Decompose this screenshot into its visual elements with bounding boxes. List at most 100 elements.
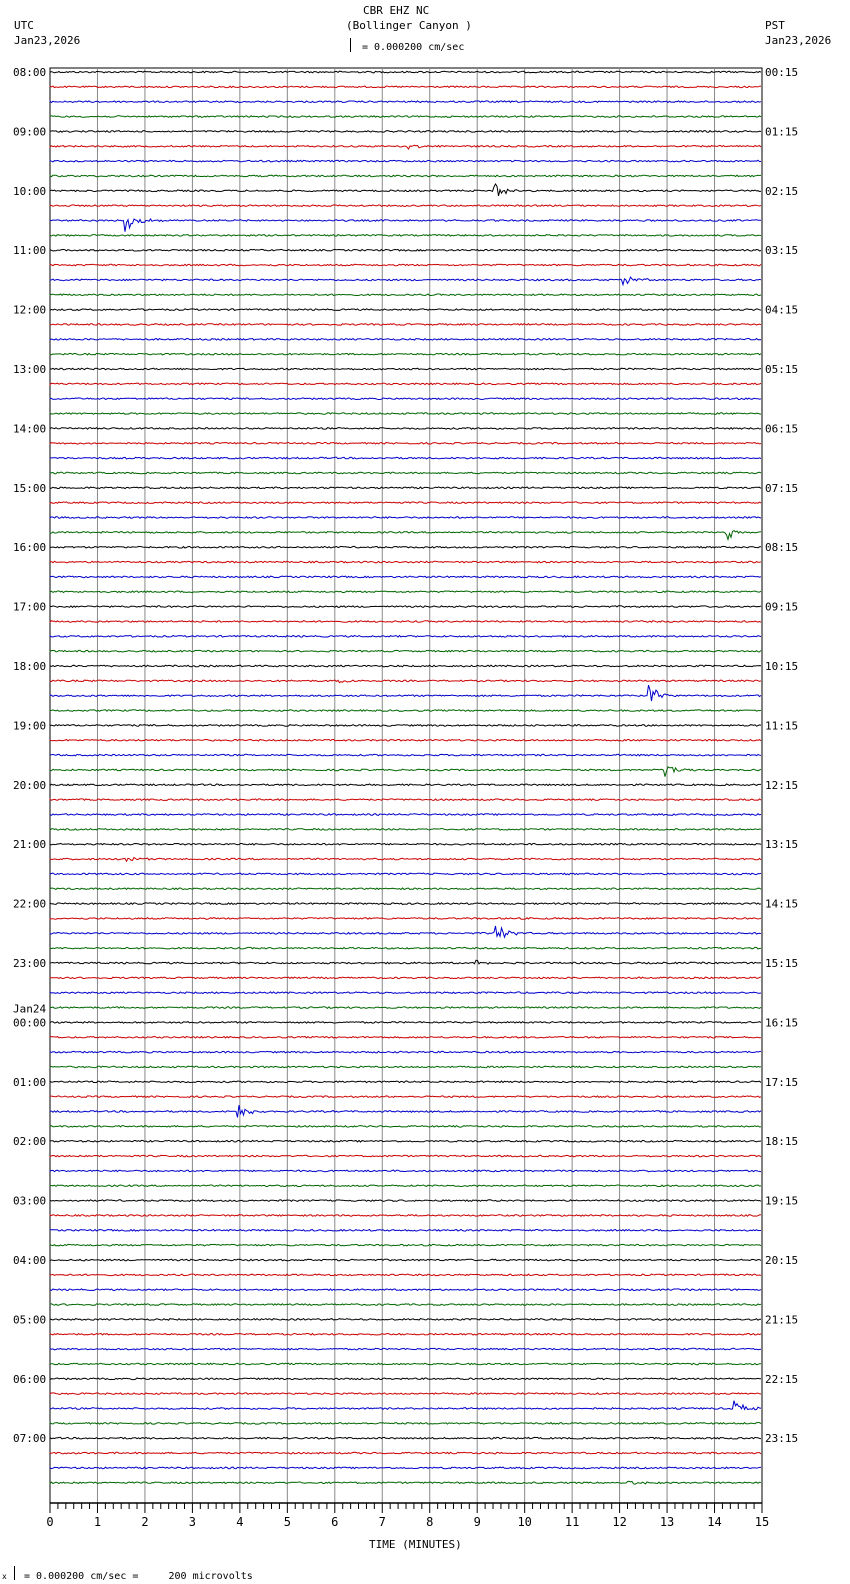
x-tick-label: 9: [474, 1515, 481, 1529]
pst-hour-label: 07:15: [765, 482, 798, 495]
utc-hour-label: 12:00: [13, 304, 46, 317]
x-tick-label: 8: [426, 1515, 433, 1529]
trace-line: [49, 337, 762, 341]
pst-hour-label: 19:15: [765, 1195, 798, 1208]
trace-line: [49, 842, 762, 846]
utc-hour-label: 04:00: [13, 1254, 46, 1267]
utc-hour-label: 10:00: [13, 185, 46, 198]
trace-line: [49, 1451, 762, 1455]
trace-line: [49, 441, 762, 445]
x-tick-label: 14: [707, 1515, 721, 1529]
pst-hour-label: 11:15: [765, 719, 798, 732]
trace-line: [49, 925, 762, 939]
trace-line: [49, 159, 762, 163]
x-axis-label: TIME (MINUTES): [369, 1538, 462, 1551]
pst-hour-label: 05:15: [765, 363, 798, 376]
trace-line: [49, 679, 762, 684]
trace-line: [49, 323, 762, 326]
pst-hour-label: 23:15: [765, 1432, 798, 1445]
utc-hour-label: 16:00: [13, 541, 46, 554]
trace-line: [49, 1020, 762, 1024]
trace-line: [49, 590, 762, 594]
trace-line: [49, 486, 762, 490]
trace-line: [49, 753, 762, 757]
trace-line: [49, 85, 762, 89]
pst-hour-label: 02:15: [765, 185, 798, 198]
pst-hour-label: 08:15: [765, 541, 798, 554]
pst-hour-label: 01:15: [765, 125, 798, 138]
utc-hour-label: 03:00: [13, 1195, 46, 1208]
pst-hour-label: 18:15: [765, 1135, 798, 1148]
trace-line: [49, 1154, 762, 1158]
pst-hour-label: 15:15: [765, 957, 798, 970]
utc-hour-label: 05:00: [13, 1313, 46, 1326]
trace-line: [49, 204, 762, 208]
x-tick-label: 7: [379, 1515, 386, 1529]
utc-hour-label: 02:00: [13, 1135, 46, 1148]
trace-line: [49, 501, 762, 505]
trace-line: [49, 217, 761, 232]
trace-line: [49, 308, 762, 312]
trace-line: [49, 1169, 762, 1173]
trace-line: [49, 1006, 762, 1009]
trace-line: [49, 634, 762, 638]
trace-line: [49, 1273, 762, 1277]
trace-line: [49, 1065, 762, 1069]
utc-hour-label: 09:00: [13, 125, 46, 138]
utc-hour-label: 23:00: [13, 957, 46, 970]
trace-line: [49, 575, 762, 579]
utc-hour-label: 20:00: [13, 779, 46, 792]
x-tick-label: 0: [46, 1515, 53, 1529]
pst-hour-label: 04:15: [765, 304, 798, 317]
trace-line: [49, 1139, 762, 1143]
trace-line: [49, 901, 762, 906]
trace-line: [49, 263, 762, 267]
footer-prefix: x: [2, 1572, 7, 1581]
trace-line: [49, 1392, 762, 1396]
utc-hour-label: 22:00: [13, 898, 46, 911]
trace-line: [49, 1288, 762, 1292]
trace-line: [49, 685, 762, 702]
utc-hour-label: 15:00: [13, 482, 46, 495]
x-tick-label: 6: [331, 1515, 338, 1529]
trace-line: [49, 709, 762, 713]
footer-scale-bar-icon: [14, 1566, 18, 1580]
x-tick-label: 2: [141, 1515, 148, 1529]
trace-line: [49, 1095, 762, 1099]
x-tick-label: 10: [517, 1515, 531, 1529]
utc-hour-label: 07:00: [13, 1432, 46, 1445]
pst-hour-label: 09:15: [765, 601, 798, 614]
trace-line: [49, 812, 762, 816]
trace-line: [49, 1377, 762, 1381]
trace-line: [49, 916, 762, 920]
utc-hour-label: 13:00: [13, 363, 46, 376]
pst-hour-label: 21:15: [765, 1313, 798, 1326]
trace-line: [49, 471, 762, 475]
utc-hour-label: 17:00: [13, 601, 46, 614]
trace-line: [49, 664, 762, 668]
seismogram-plot: 08:00 09:00 10:00 11:00 12:00 13:00 14:00 15:00…: [13, 66, 798, 1529]
pst-hour-label: 14:15: [765, 898, 798, 911]
x-tick-label: 15: [755, 1515, 769, 1529]
x-tick-label: 1: [94, 1515, 101, 1529]
date-change-label: Jan24: [13, 1002, 46, 1015]
trace-line: [49, 1466, 761, 1470]
trace-line: [49, 991, 762, 995]
trace-line: [49, 827, 762, 832]
trace-line: [49, 183, 762, 197]
pst-hour-label: 16:15: [765, 1016, 798, 1029]
pst-hour-label: 03:15: [765, 244, 798, 257]
trace-line: [49, 1228, 761, 1232]
trace-line: [49, 1362, 762, 1366]
pst-hour-label: 00:15: [765, 66, 798, 79]
trace-line: [49, 1199, 762, 1203]
trace-line: [49, 1480, 762, 1485]
trace-line: [49, 233, 762, 237]
trace-line: [49, 174, 762, 178]
trace-line: [49, 115, 762, 118]
trace-line: [49, 1184, 762, 1188]
trace-line: [49, 382, 762, 386]
trace-line: [49, 1080, 762, 1084]
x-tick-label: 11: [565, 1515, 579, 1529]
trace-line: [49, 248, 762, 252]
